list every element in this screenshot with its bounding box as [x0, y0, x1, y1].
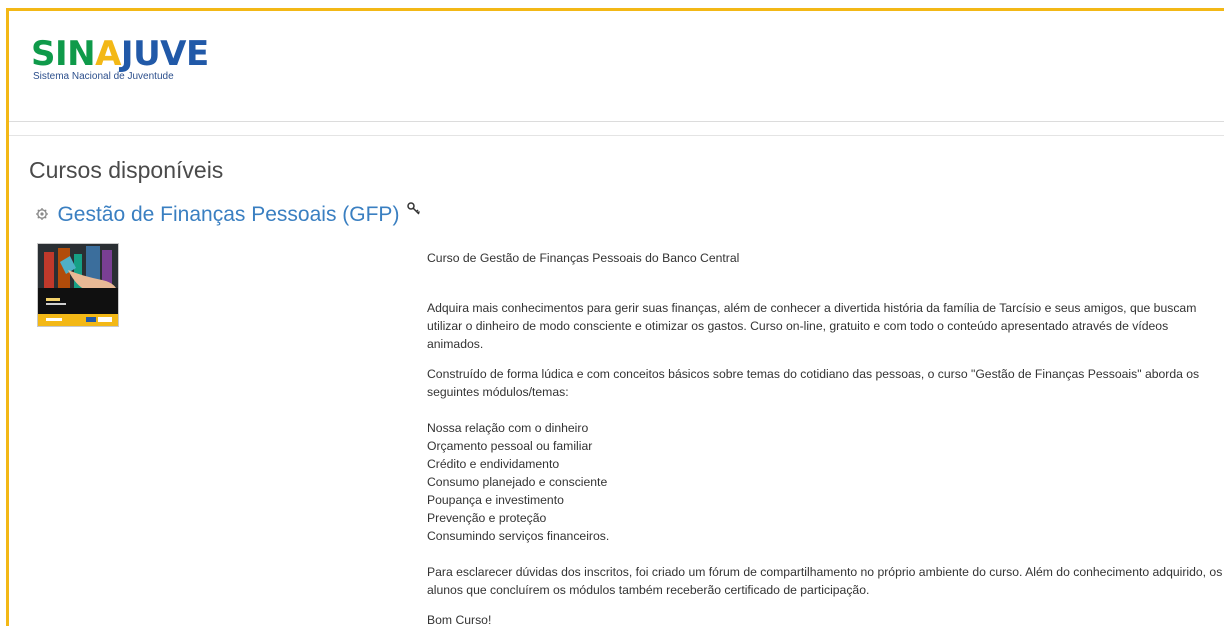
- course-summary: Curso de Gestão de Finanças Pessoais do …: [427, 249, 1224, 629]
- module-item: Consumindo serviços financeiros.: [427, 529, 610, 543]
- course-title-row: Gestão de Finanças Pessoais (GFP): [35, 201, 422, 233]
- logo-subtitle: Sistema Nacional de Juventude: [33, 71, 174, 82]
- module-item: Consumo planejado e consciente: [427, 475, 608, 489]
- logo-wordmark: SINAJUVE: [31, 34, 209, 74]
- sinajuve-logo[interactable]: SINAJUVE Sistema Nacional de Juventude: [31, 35, 211, 85]
- module-item: Crédito e endividamento: [427, 457, 560, 471]
- course-link[interactable]: Gestão de Finanças Pessoais (GFP): [57, 203, 399, 226]
- course-intro: Curso de Gestão de Finanças Pessoais do …: [427, 251, 740, 265]
- module-item: Nossa relação com o dinheiro: [427, 421, 589, 435]
- course-description-3: Para esclarecer dúvidas dos inscritos, f…: [427, 565, 1223, 597]
- divider: [9, 135, 1224, 136]
- module-item: Prevenção e proteção: [427, 511, 547, 525]
- module-item: Poupança e investimento: [427, 493, 564, 507]
- module-item: Orçamento pessoal ou familiar: [427, 439, 593, 453]
- course-description-1: Adquira mais conhecimentos para gerir su…: [427, 301, 1197, 351]
- key-icon[interactable]: [406, 201, 422, 217]
- course-description-2: Construído de forma lúdica e com conceit…: [427, 367, 1200, 399]
- course-closing: Bom Curso!: [427, 613, 492, 627]
- course-icon: [35, 207, 49, 221]
- page-title: Cursos disponíveis: [29, 157, 224, 183]
- course-thumbnail[interactable]: [37, 243, 119, 327]
- site-header: SINAJUVE Sistema Nacional de Juventude: [9, 11, 1224, 122]
- module-list: Nossa relação com o dinheiro Orçamento p…: [427, 419, 1224, 545]
- page-frame: SINAJUVE Sistema Nacional de Juventude C…: [6, 8, 1224, 629]
